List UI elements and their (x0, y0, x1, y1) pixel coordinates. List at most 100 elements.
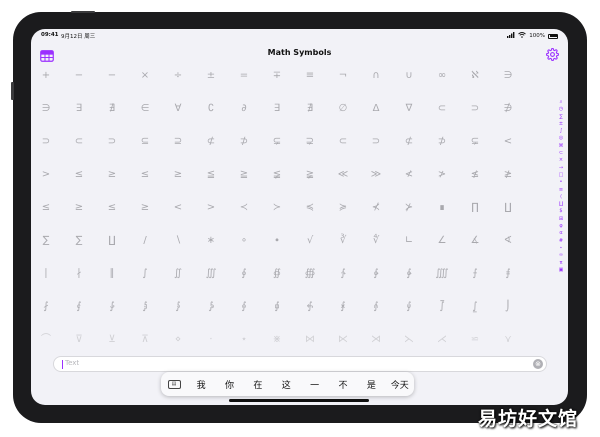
symbol-cell[interactable]: ⊻ (102, 332, 122, 348)
symbol-cell[interactable]: ⊊ (465, 134, 485, 150)
symbol-cell[interactable]: ∇ (399, 101, 419, 117)
symbol-cell[interactable]: ⨒ (135, 299, 155, 315)
symbol-cell[interactable]: ⋌ (432, 332, 452, 348)
symbol-cell[interactable]: ≽ (333, 200, 353, 216)
alpha-icon[interactable]: α (556, 230, 566, 237)
infinity-icon[interactable]: ∞ (556, 252, 566, 259)
symbol-cell[interactable]: ≥ (168, 167, 188, 183)
symbol-cell[interactable]: ∪ (399, 68, 419, 84)
symbol-cell[interactable]: ∡ (465, 233, 485, 249)
symbol-cell[interactable]: ∂ (234, 101, 254, 117)
symbol-cell[interactable]: ∘ (234, 233, 254, 249)
symbol-cell[interactable]: ⊅ (432, 134, 452, 150)
symbol-cell[interactable]: − (69, 68, 89, 84)
symbol-cell[interactable]: ⊄ (399, 134, 419, 150)
symbol-cell[interactable]: ∗ (201, 233, 221, 249)
symbol-cell[interactable]: ≤ (135, 167, 155, 183)
symbol-cell[interactable]: ≺ (234, 200, 254, 216)
symbol-cell[interactable]: ∅ (333, 101, 353, 117)
symbol-cell[interactable]: ∋ (498, 68, 518, 84)
symbol-cell[interactable]: ∜ (366, 233, 386, 249)
gear-icon[interactable] (546, 46, 559, 61)
symbol-cell[interactable]: ∖ (168, 233, 188, 249)
times-icon[interactable]: × (556, 157, 566, 164)
symbol-cell[interactable]: ∈ (135, 101, 155, 117)
sigma-icon[interactable]: ∑ (556, 114, 566, 121)
symbol-cell[interactable]: ∮ (234, 266, 254, 282)
symbol-cell[interactable]: ⊅ (234, 134, 254, 150)
phi-icon[interactable]: φ (556, 223, 566, 230)
symbol-cell[interactable]: ⨎ (498, 266, 518, 282)
symbol-cell[interactable]: − (102, 68, 122, 84)
symbol-cell[interactable]: ⊋ (300, 134, 320, 150)
symbol-cell[interactable]: ⨗ (300, 299, 320, 315)
star-icon[interactable]: ⋆ (556, 245, 566, 252)
hash-icon[interactable]: # (556, 238, 566, 245)
clear-icon[interactable]: ⊗ (533, 359, 543, 369)
ime-candidate[interactable]: 是 (357, 378, 385, 391)
symbol-cell[interactable]: × (135, 68, 155, 84)
symbol-cell[interactable]: ⋎ (498, 332, 518, 348)
symbol-cell[interactable]: ∯ (267, 266, 287, 282)
symbol-cell[interactable]: ≪ (333, 167, 353, 183)
symbol-cell[interactable]: ∑ (36, 233, 56, 249)
symbol-cell[interactable]: ≡ (300, 68, 320, 84)
symbol-cell[interactable]: ⊂ (69, 134, 89, 150)
symbol-cell[interactable]: ∩ (366, 68, 386, 84)
symbol-cell[interactable]: ⨙ (366, 299, 386, 315)
symbol-cell[interactable]: ∄ (300, 101, 320, 117)
symbol-cell[interactable]: ∋ (36, 101, 56, 117)
symbol-cell[interactable]: ∰ (300, 266, 320, 282)
symbol-cell[interactable]: ⊄ (201, 134, 221, 150)
symbol-cell[interactable]: ⨜ (465, 299, 485, 315)
symbol-cell[interactable]: ∤ (69, 266, 89, 282)
symbol-cell[interactable]: ∁ (201, 101, 221, 117)
symbol-cell[interactable]: ∢ (498, 233, 518, 249)
symbol-cell[interactable]: ∐ (102, 233, 122, 249)
symbol-cell[interactable]: ⌡ (498, 299, 518, 315)
symbol-cell[interactable]: = (234, 68, 254, 84)
symbol-cell[interactable]: ≯ (432, 167, 452, 183)
clock-icon[interactable]: ◷ (556, 106, 566, 113)
symbol-cell[interactable]: ∀ (168, 101, 188, 117)
symbol-cell[interactable]: ⋆ (234, 332, 254, 348)
symbol-cell[interactable]: ∥ (102, 266, 122, 282)
symbol-cell[interactable]: ⋍ (465, 332, 485, 348)
symbol-cell[interactable]: + (36, 68, 56, 84)
symbol-cell[interactable]: ≩ (300, 167, 320, 183)
ime-candidate[interactable]: 我 (187, 378, 215, 391)
symbol-cell[interactable]: ⋋ (399, 332, 419, 348)
symbol-cell[interactable]: ⊼ (135, 332, 155, 348)
ime-candidate[interactable]: 一 (301, 378, 329, 391)
symbol-cell[interactable]: ∱ (333, 266, 353, 282)
symbol-cell[interactable]: ∄ (102, 101, 122, 117)
symbol-cell[interactable]: ⋇ (267, 332, 287, 348)
ime-candidate[interactable]: 这 (272, 378, 300, 391)
grid-icon[interactable]: ⊞ (556, 216, 566, 223)
symbol-cell[interactable]: ⌒ (36, 332, 56, 348)
symbol-cell[interactable]: ∭ (201, 266, 221, 282)
symbol-cell[interactable]: ∳ (399, 266, 419, 282)
symbol-cell[interactable]: < (168, 200, 188, 216)
symbol-cell[interactable]: / (135, 233, 155, 249)
symbol-cell[interactable]: ⋊ (366, 332, 386, 348)
symbol-cell[interactable]: ⨌ (432, 266, 452, 282)
symbol-cell[interactable]: ⨕ (234, 299, 254, 315)
symbol-cell[interactable]: ⊁ (399, 200, 419, 216)
symbol-cell[interactable]: ± (201, 68, 221, 84)
symbol-cell[interactable]: ∬ (168, 266, 188, 282)
section-index-bar[interactable]: ⌕ ◷ ∑ ± ∫ ◎ ⌘ ⊂ × → □ • ≡ ⟨ ∐ $ ⊞ φ α # ⋆ ∞ π ▣ (556, 99, 566, 274)
symbol-cell[interactable]: ⊀ (366, 200, 386, 216)
symbol-cell[interactable]: Δ (366, 101, 386, 117)
symbol-cell[interactable]: ≥ (102, 167, 122, 183)
symbol-cell[interactable]: ⊃ (36, 134, 56, 150)
home-indicator[interactable] (229, 399, 369, 402)
cross-icon[interactable]: ⌘ (556, 143, 566, 150)
symbol-cell[interactable]: ∓ (267, 68, 287, 84)
equal-icon[interactable]: ≡ (556, 187, 566, 194)
symbol-cell[interactable]: ⊂ (432, 101, 452, 117)
square-icon[interactable]: □ (556, 172, 566, 179)
symbol-cell[interactable]: ⊽ (69, 332, 89, 348)
ime-candidate[interactable]: 在 (244, 378, 272, 391)
symbol-cell[interactable]: ≧ (234, 167, 254, 183)
